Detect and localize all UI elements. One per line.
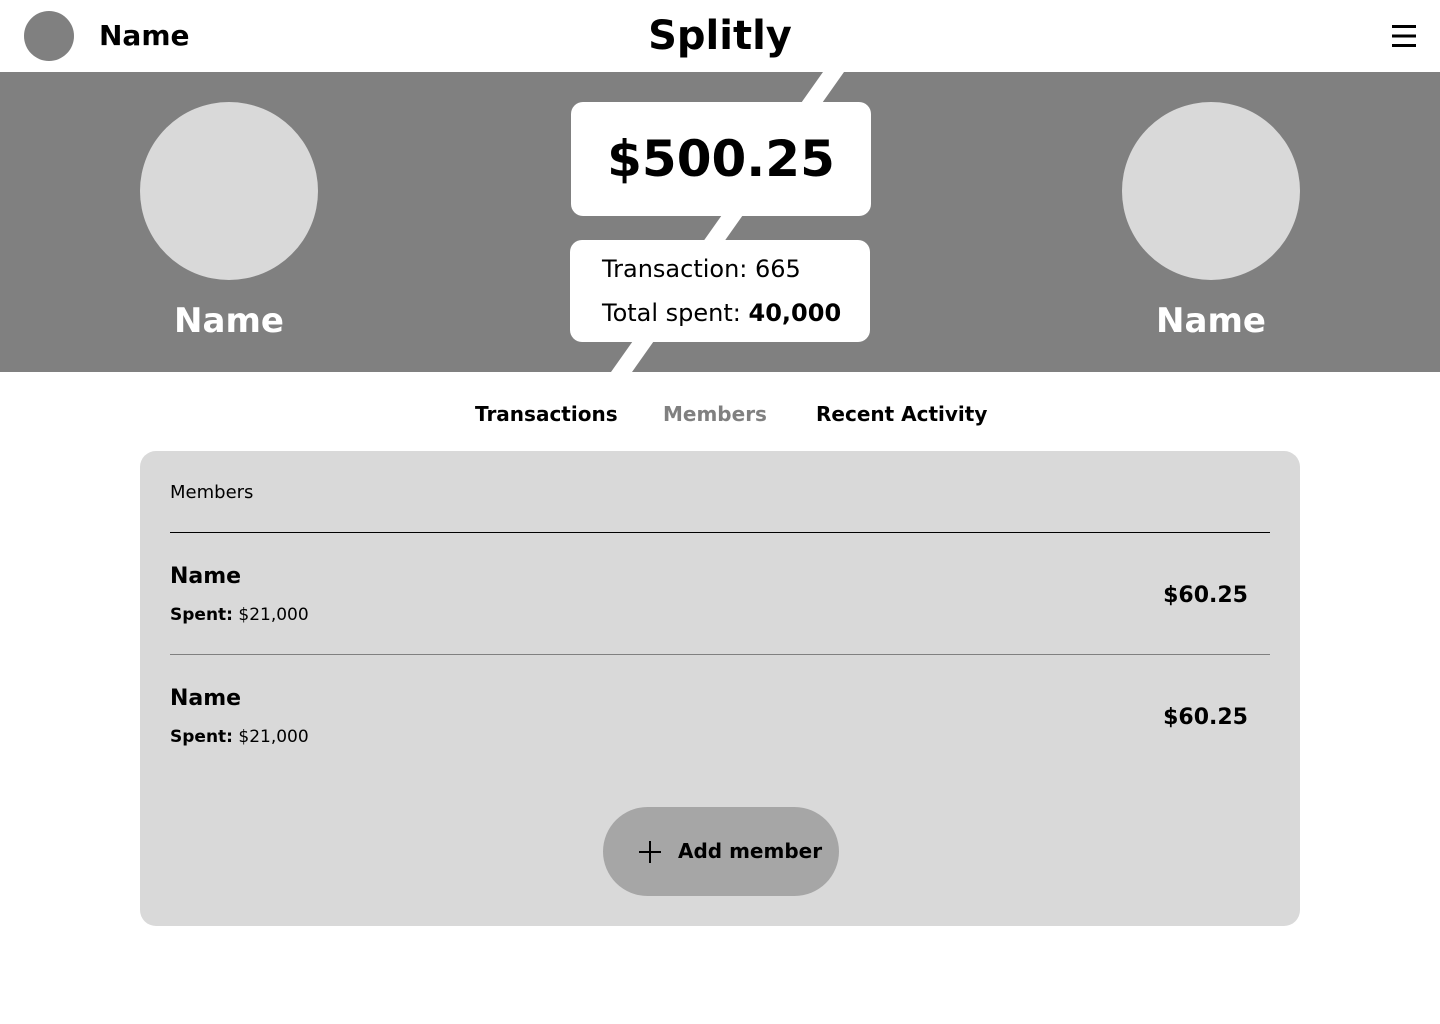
- transaction-count-line: Transaction: 665: [602, 253, 801, 285]
- panel-header-divider: [170, 532, 1270, 533]
- top-header: Name Splitly: [0, 0, 1440, 72]
- tab-members[interactable]: Members: [663, 398, 767, 430]
- member-spent: Spent: $21,000: [170, 726, 309, 748]
- tab-recent-activity[interactable]: Recent Activity: [816, 398, 987, 430]
- add-member-label: Add member: [678, 839, 823, 863]
- add-member-button[interactable]: Add member: [603, 807, 839, 896]
- left-member-name: Name: [174, 301, 284, 341]
- row-divider: [170, 654, 1270, 655]
- member-row[interactable]: Name Spent: $21,000 $60.25: [170, 676, 1270, 776]
- app-title: Splitly: [648, 13, 792, 59]
- total-spent-line: Total spent: 40,000: [602, 297, 841, 329]
- member-balance: $60.25: [1163, 705, 1248, 730]
- right-member-name: Name: [1156, 301, 1266, 341]
- member-spent-value: $21,000: [232, 605, 309, 625]
- stats-card: Transaction: 665 Total spent: 40,000: [570, 240, 870, 342]
- member-spent-label: Spent:: [170, 727, 233, 747]
- members-panel-title: Members: [170, 482, 254, 503]
- member-spent: Spent: $21,000: [170, 604, 309, 626]
- members-panel: Members Name Spent: $21,000 $60.25 Name …: [140, 451, 1300, 926]
- member-spent-label: Spent:: [170, 605, 233, 625]
- balance-amount: $500.25: [607, 130, 835, 188]
- left-member-avatar[interactable]: [140, 102, 318, 280]
- balance-hero: Name Name $500.25 Transaction: 665 Total…: [0, 72, 1440, 372]
- member-balance: $60.25: [1163, 583, 1248, 608]
- transaction-label: Transaction:: [602, 255, 756, 283]
- member-name: Name: [170, 564, 242, 589]
- member-spent-value: $21,000: [232, 727, 309, 747]
- hamburger-menu-icon[interactable]: [1388, 20, 1420, 52]
- member-row[interactable]: Name Spent: $21,000 $60.25: [170, 554, 1270, 654]
- member-name: Name: [170, 686, 242, 711]
- balance-card: $500.25: [571, 102, 871, 216]
- tab-transactions[interactable]: Transactions: [475, 398, 618, 430]
- total-spent-label: Total spent:: [602, 299, 749, 327]
- section-tabs: Transactions Members Recent Activity: [0, 398, 1440, 430]
- right-member-avatar[interactable]: [1122, 102, 1300, 280]
- plus-icon: [638, 840, 662, 864]
- total-spent-value: 40,000: [748, 299, 842, 327]
- transaction-count: 665: [755, 255, 801, 283]
